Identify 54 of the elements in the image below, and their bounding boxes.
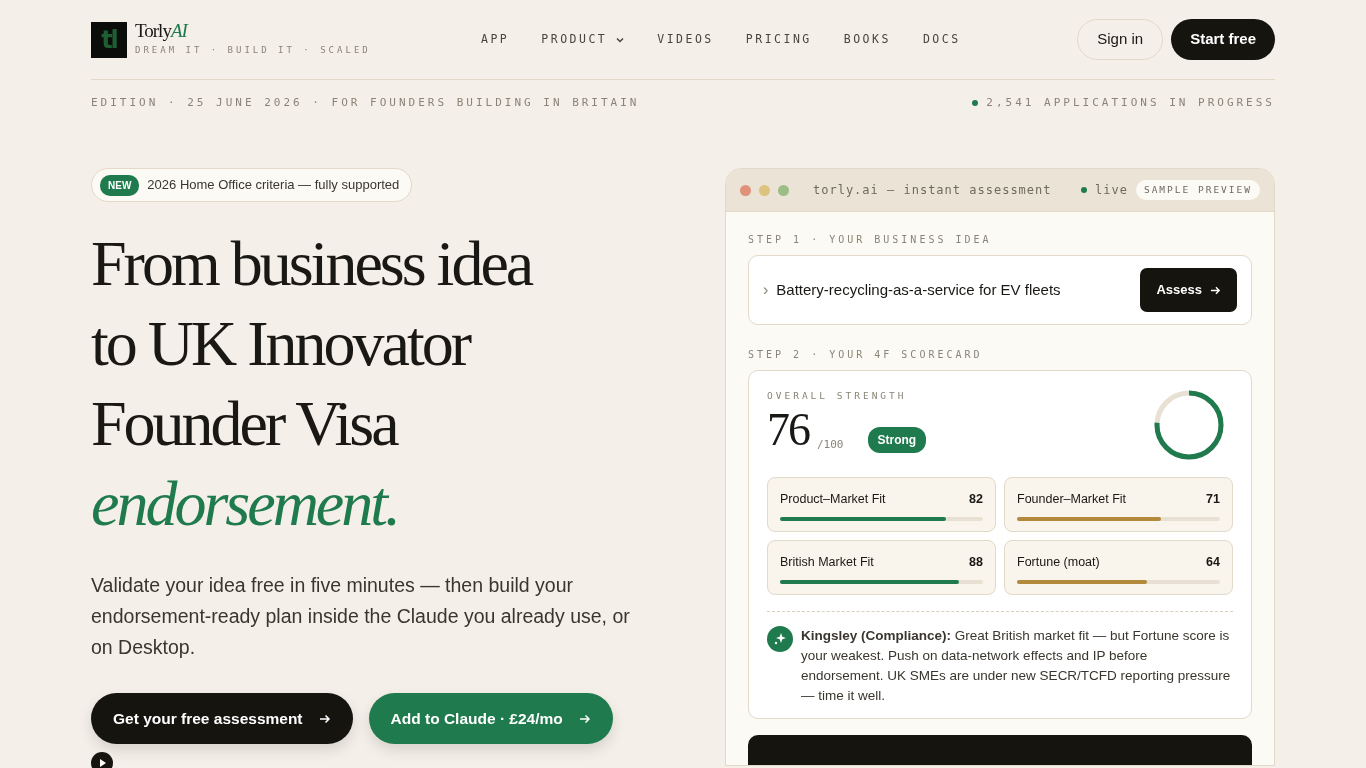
idea-field[interactable]: › Battery-recycling-as-a-service for EV fleets Assess <box>748 255 1252 325</box>
headline-line: Founder Visa <box>91 387 399 461</box>
live-dot <box>1081 187 1087 193</box>
score-label: British Market Fit <box>780 553 874 571</box>
close-dot <box>740 184 751 196</box>
score-value: 71 <box>1206 491 1220 508</box>
applications-counter: 2,541 APPLICATIONS IN PROGRESS <box>986 94 1275 111</box>
nav-link[interactable]: BOOKS <box>843 30 891 49</box>
sample-tag: SAMPLE PREVIEW <box>1135 179 1260 201</box>
score-value: 64 <box>1206 553 1220 571</box>
nav-link[interactable]: VIDEOS <box>657 30 714 49</box>
tagline: DREAM IT · BUILD IT · SCALED <box>135 44 371 58</box>
overall-label: OVERALL STRENGTH <box>767 389 908 403</box>
minimize-dot <box>759 184 770 196</box>
headline-line: to UK Innovator <box>91 307 471 381</box>
nav-link[interactable]: PRICING <box>745 30 812 49</box>
step-label: STEP 2 · YOUR 4F SCORECARD <box>748 348 984 362</box>
maximize-dot <box>778 184 789 196</box>
brand-name[interactable]: TorlyAI <box>135 21 371 41</box>
idea-text: Battery-recycling-as-a-service for EV fleets <box>776 279 1061 300</box>
submit-bar[interactable] <box>748 734 1252 765</box>
arrow-icon <box>1210 284 1221 296</box>
window-title: torly.ai — instant assessment <box>813 182 1052 199</box>
assess-button[interactable]: Assess <box>1140 268 1237 312</box>
notice-text: 2026 Home Office criteria — fully supported <box>147 176 400 195</box>
rating-badge: Strong <box>867 427 927 454</box>
play-icon[interactable] <box>91 752 113 768</box>
prompt-icon: › <box>763 278 769 302</box>
start-free-button[interactable]: Start free <box>1171 19 1275 60</box>
score-value: 82 <box>969 491 983 508</box>
overall-score: 76 <box>767 407 809 454</box>
score-value: 88 <box>969 553 983 571</box>
sparkle-icon <box>767 625 793 652</box>
headline-line: From business idea <box>91 227 533 301</box>
arrow-icon <box>578 712 591 725</box>
arrow-icon <box>318 712 331 725</box>
logo-icon: tl <box>91 21 127 58</box>
score-label: Product–Market Fit <box>780 491 886 508</box>
edition-text: EDITION · 25 JUNE 2026 · FOR FOUNDERS BUILDING IN BRITAIN <box>91 94 640 111</box>
nav-link[interactable]: PRODUCT <box>541 30 626 49</box>
live-status: live <box>1095 182 1128 199</box>
step-label: STEP 1 · YOUR BUSINESS IDEA <box>748 233 993 247</box>
add-to-claude-button[interactable]: Add to Claude · £24/mo <box>368 693 613 744</box>
headline-accent: endorsement. <box>91 467 400 541</box>
score-label: Founder–Market Fit <box>1017 491 1127 508</box>
score-ring <box>1153 389 1225 461</box>
nav-link[interactable]: APP <box>481 30 510 49</box>
score-max: /100 <box>817 436 844 453</box>
new-badge: NEW <box>100 174 140 196</box>
score-label: Fortune (moat) <box>1017 553 1100 571</box>
lead-paragraph: Validate your idea free in five minutes — then build your endorsement-ready plan inside the Claude you already use, or on Desktop. <box>91 573 631 660</box>
advice-text: Kingsley (Compliance): Great British market fit — but Fortune score is your weakest. Push on data-network effects and IP before endorsement. UK SMEs are under new SECR/TCFD reporting pressure — time it well. <box>801 626 1232 705</box>
nav-link[interactable]: DOCS <box>922 30 961 49</box>
assessment-button[interactable]: Get your free assessment <box>91 693 353 744</box>
